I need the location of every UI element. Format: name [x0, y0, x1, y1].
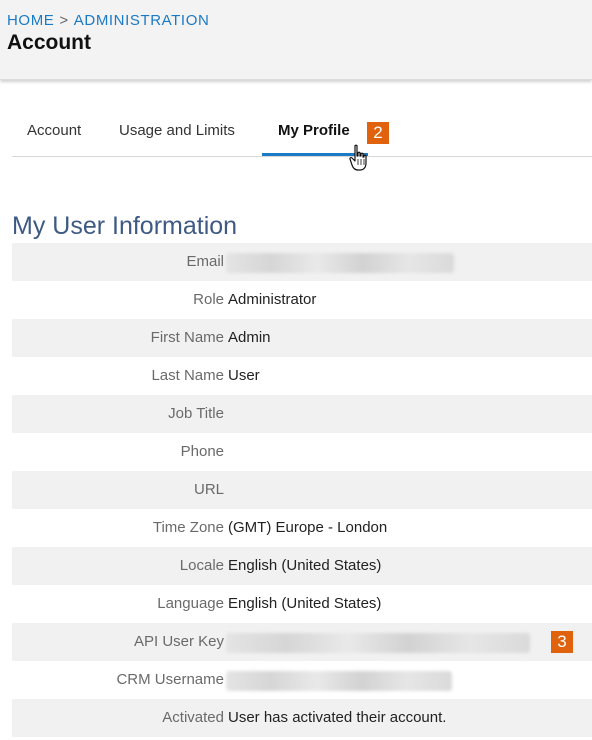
field-row-role: Role Administrator — [12, 281, 592, 319]
field-row-time-zone: Time Zone (GMT) Europe - London — [12, 509, 592, 547]
hand-pointer-icon — [349, 144, 367, 171]
breadcrumb-administration-link[interactable]: ADMINISTRATION — [74, 12, 210, 29]
field-label: Time Zone — [152, 519, 224, 536]
field-label: Email — [186, 253, 224, 270]
step-badge-2: 2 — [367, 122, 389, 144]
tab-account[interactable]: Account — [27, 122, 81, 139]
field-row-language: Language English (United States) — [12, 585, 592, 623]
field-label: Role — [193, 291, 224, 308]
field-row-activated: Activated User has activated their accou… — [12, 699, 592, 737]
field-label: API User Key — [133, 633, 224, 650]
field-row-last-name: Last Name User — [12, 357, 592, 395]
breadcrumb-separator: > — [59, 12, 69, 29]
tab-usage-and-limits[interactable]: Usage and Limits — [119, 122, 235, 139]
field-value: User — [228, 367, 260, 384]
field-row-job-title: Job Title — [12, 395, 592, 433]
field-row-email: Email — [12, 243, 592, 281]
step-badge-3: 3 — [551, 631, 573, 653]
field-value: English (United States) — [228, 557, 382, 574]
breadcrumb-home-link[interactable]: HOME — [7, 12, 54, 29]
redacted-value — [226, 253, 454, 273]
field-row-url: URL — [12, 471, 592, 509]
field-row-locale: Locale English (United States) — [12, 547, 592, 585]
tab-my-profile[interactable]: My Profile — [278, 122, 350, 139]
field-row-api-user-key: API User Key 3 — [12, 623, 592, 661]
page-header: HOME > ADMINISTRATION Account — [0, 0, 592, 80]
field-value: Administrator — [228, 291, 317, 308]
redacted-value — [226, 671, 452, 691]
page-title: Account — [7, 31, 91, 54]
tab-bar: Account Usage and Limits My Profile 2 — [12, 108, 592, 157]
field-row-crm-username: CRM Username — [12, 661, 592, 699]
field-label: Phone — [180, 443, 224, 460]
field-label: First Name — [150, 329, 224, 346]
field-value: (GMT) Europe - London — [228, 519, 388, 536]
field-label: CRM Username — [116, 671, 224, 688]
user-info-table: Email Role Administrator First Name Admi… — [12, 243, 592, 737]
field-label: Locale — [179, 557, 224, 574]
field-value: User has activated their account. — [228, 709, 447, 726]
field-value: Admin — [228, 329, 271, 346]
field-value: English (United States) — [228, 595, 382, 612]
field-label: Job Title — [168, 405, 224, 422]
section-title: My User Information — [12, 211, 238, 240]
field-label: Last Name — [151, 367, 224, 384]
breadcrumb: HOME > ADMINISTRATION — [7, 12, 209, 29]
field-row-first-name: First Name Admin — [12, 319, 592, 357]
field-row-phone: Phone — [12, 433, 592, 471]
field-label: Language — [157, 595, 224, 612]
field-label: Activated — [162, 709, 224, 726]
redacted-value — [226, 633, 530, 653]
field-label: URL — [193, 481, 224, 498]
